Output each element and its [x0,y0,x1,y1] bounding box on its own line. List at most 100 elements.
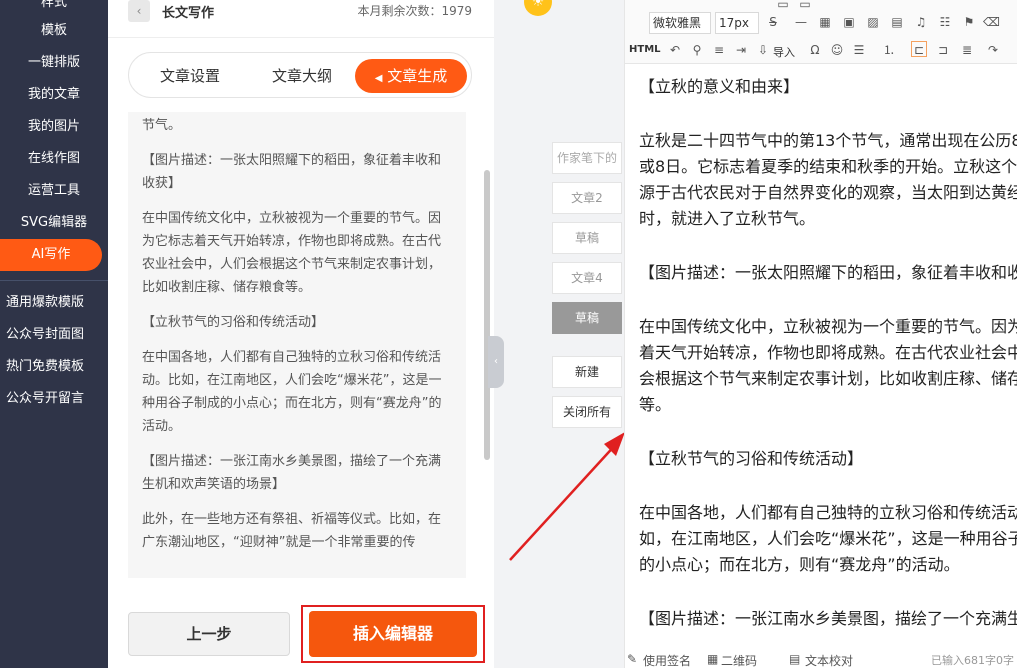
proofread-icon: ▤ [789,652,801,666]
list-icon[interactable]: ☰ [851,42,867,58]
tab-article-generate-label: 文章生成 [387,67,448,85]
proofread-button[interactable]: 文本校对 [805,652,853,668]
doc-line: 源于古代农民对于自然界变化的观察，当太阳到达黄经135度 [639,183,1017,202]
sidebar-item-cover-image[interactable]: 公众号封面图 [0,324,108,346]
editor-document[interactable]: 【立秋的意义和由来】 立秋是二十四节气中的第13个节气，通常出现在公历8月7日 … [639,74,1017,644]
picture-icon[interactable]: ▨ [865,14,881,30]
doc-line: 的小点心；而在北方，则有“赛龙舟”的活动。 [639,555,960,574]
emoji-table-icon[interactable]: ☷ [937,14,953,30]
editor-statusbar: ✎ 使用签名 ▦ 二维码 ▤ 文本校对 已输入681字0字 [625,652,1017,668]
sidebar-item-ai-writing[interactable]: AI写作 [0,239,102,271]
sidebar-item-templates[interactable]: 模板 [0,20,108,42]
sun-icon: ☀ [524,0,552,16]
qrcode-icon: ▦ [707,652,719,666]
sidebar-item-online-drawing[interactable]: 在线作图 [0,148,108,170]
doc-line: 【图片描述：一张太阳照耀下的稻田，象征着丰收和收获】 [639,263,1017,282]
html-source-button[interactable]: HTML [629,44,661,55]
ordered-list-icon[interactable]: ⒈ [881,42,897,58]
sidebar-item-enable-comments[interactable]: 公众号开留言 [0,388,108,410]
preview-scrollbar[interactable] [484,170,490,460]
preview-paragraph: 在中国各地，人们都有自己独特的立秋习俗和传统活动。比如，在江南地区，人们会吃“爆… [142,350,442,434]
import-button[interactable]: 导入 [773,44,795,60]
doc-line: 如，在江南地区，人们会吃“爆米花”，这是一种用谷子制成 [639,529,1017,548]
monthly-quota: 本月剩余次数：1979 [357,4,472,18]
insert-into-editor-button[interactable]: 插入编辑器 [309,611,477,657]
article-title-input[interactable]: 作家笔下的 [552,142,622,174]
table-icon[interactable]: ▦ [817,14,833,30]
rich-text-editor: ▭ ▭ 微软雅黑 17px S̶ — ▦ ▣ ▨ ▤ ♫ ☷ ⚑ ⌫ HTML … [624,0,1017,668]
doc-line [639,232,1017,260]
new-article-button[interactable]: 新建 [552,356,622,388]
step-tabs: 文章设置 文章大纲 ◀ 文章生成 [128,52,472,98]
article-tab-draft-active[interactable]: 草稿 [552,302,622,334]
generated-article-preview[interactable]: 节气。 【图片描述：一张太阳照耀下的稻田，象征着丰收和收获】 在中国传统文化中，… [128,112,466,578]
tab-article-outline[interactable]: 文章大纲 [255,59,349,93]
doc-line: 【图片描述：一张江南水乡美景图，描绘了一个充满生机 [639,609,1017,628]
sidebar-item-svg-editor[interactable]: SVG编辑器 [0,212,108,234]
preview-paragraph: 此外，在一些地方还有祭祖、祈福等仪式。比如，在广东潮汕地区，“迎财神”就是一个非… [142,512,442,550]
tab-article-settings[interactable]: 文章设置 [143,59,237,93]
collapse-panel-icon[interactable]: ‹ [488,336,504,388]
sidebar-item-style[interactable]: 样式 [0,0,108,14]
doc-line: 会根据这个节气来制定农事计划，比如收割庄稼、储存粮食 [639,369,1017,388]
eraser-icon[interactable]: ⌫ [983,14,1000,30]
sidebar-item-ops-tools[interactable]: 运营工具 [0,180,108,202]
doc-line [639,100,1017,128]
sidebar-divider [0,280,108,281]
import-icon[interactable]: ⇩ [755,42,771,58]
preview-paragraph: 在中国传统文化中，立秋被视为一个重要的节气。因为它标志着天气开始转凉，作物也即将… [142,211,442,295]
special-char-icon[interactable]: Ω [807,42,823,58]
doc-line: 时，就进入了立秋节气。 [639,209,816,228]
app-root: 样式 模板 一键排版 我的文章 我的图片 在线作图 运营工具 SVG编辑器 AI… [0,0,1017,668]
panel-header: ‹ 长文写作 本月剩余次数：1979 [108,0,494,38]
sidebar-item-free-templates[interactable]: 热门免费模板 [0,356,108,378]
font-size-select[interactable]: 17px [715,12,759,34]
caret-left-icon: ◀ [374,73,383,84]
music-icon[interactable]: ♫ [913,14,929,30]
use-signature-button[interactable]: 使用签名 [643,652,691,668]
article-tab-4[interactable]: 文章4 [552,262,622,294]
format-brush-icon[interactable]: ⚑ [961,14,977,30]
sidebar: 样式 模板 一键排版 我的文章 我的图片 在线作图 运营工具 SVG编辑器 AI… [0,0,108,668]
sidebar-item-viral-templates[interactable]: 通用爆款模版 [0,292,108,314]
sidebar-item-my-articles[interactable]: 我的文章 [0,84,108,106]
sidebar-item-my-images[interactable]: 我的图片 [0,116,108,138]
line-height-icon[interactable]: ≣ [959,42,975,58]
article-tab-2[interactable]: 文章2 [552,182,622,214]
previous-step-button[interactable]: 上一步 [128,612,290,656]
doc-line: 或8日。它标志着夏季的结束和秋季的开始。立秋这个名称来 [639,157,1017,176]
long-form-writing-panel: ‹ 长文写作 本月剩余次数：1979 文章设置 文章大纲 ◀ 文章生成 节气。 … [108,0,494,668]
preview-paragraph: 节气。 [142,118,182,133]
divider-icon[interactable]: — [793,14,809,30]
qrcode-button[interactable]: 二维码 [721,652,757,668]
video-icon[interactable]: ▤ [889,14,905,30]
align-icon[interactable]: ≡ [711,42,727,58]
back-icon[interactable]: ‹ [128,0,150,22]
redo-icon[interactable]: ↷ [985,42,1001,58]
preview-paragraph: 【图片描述：一张太阳照耀下的稻田，象征着丰收和收获】 [142,153,442,191]
signature-icon: ✎ [627,652,638,666]
undo-icon[interactable]: ↶ [667,42,683,58]
doc-line: 在中国各地，人们都有自己独特的立秋习俗和传统活动。比 [639,503,1017,522]
doc-line [639,286,1017,314]
doc-line: 等。 [639,395,672,414]
sidebar-item-one-click-layout[interactable]: 一键排版 [0,52,108,74]
font-family-select[interactable]: 微软雅黑 [649,12,711,34]
emoji-icon[interactable]: ☺ [829,42,845,58]
preview-paragraph: 【图片描述：一张江南水乡美景图，描绘了一个充满生机和欢声笑语的场景】 [142,454,442,492]
bold-icon[interactable]: ▭ [775,0,791,12]
align-left-icon[interactable]: ⊏ [911,41,927,57]
doc-line: 立秋是二十四节气中的第13个节气，通常出现在公历8月7日 [639,131,1017,150]
italic-icon[interactable]: ▭ [797,0,813,12]
image-icon[interactable]: ▣ [841,14,857,30]
doc-line [639,578,1017,606]
doc-line: 【立秋节气的习俗和传统活动】 [639,449,864,468]
strikethrough-icon[interactable]: S̶ [765,14,781,30]
preview-paragraph: 【立秋节气的习俗和传统活动】 [142,315,325,330]
align-right-icon[interactable]: ⊐ [935,42,951,58]
tab-article-generate[interactable]: ◀ 文章生成 [355,59,467,93]
doc-line [639,418,1017,446]
article-tab-draft[interactable]: 草稿 [552,222,622,254]
link-icon[interactable]: ⚲ [689,42,705,58]
indent-icon[interactable]: ⇥ [733,42,749,58]
